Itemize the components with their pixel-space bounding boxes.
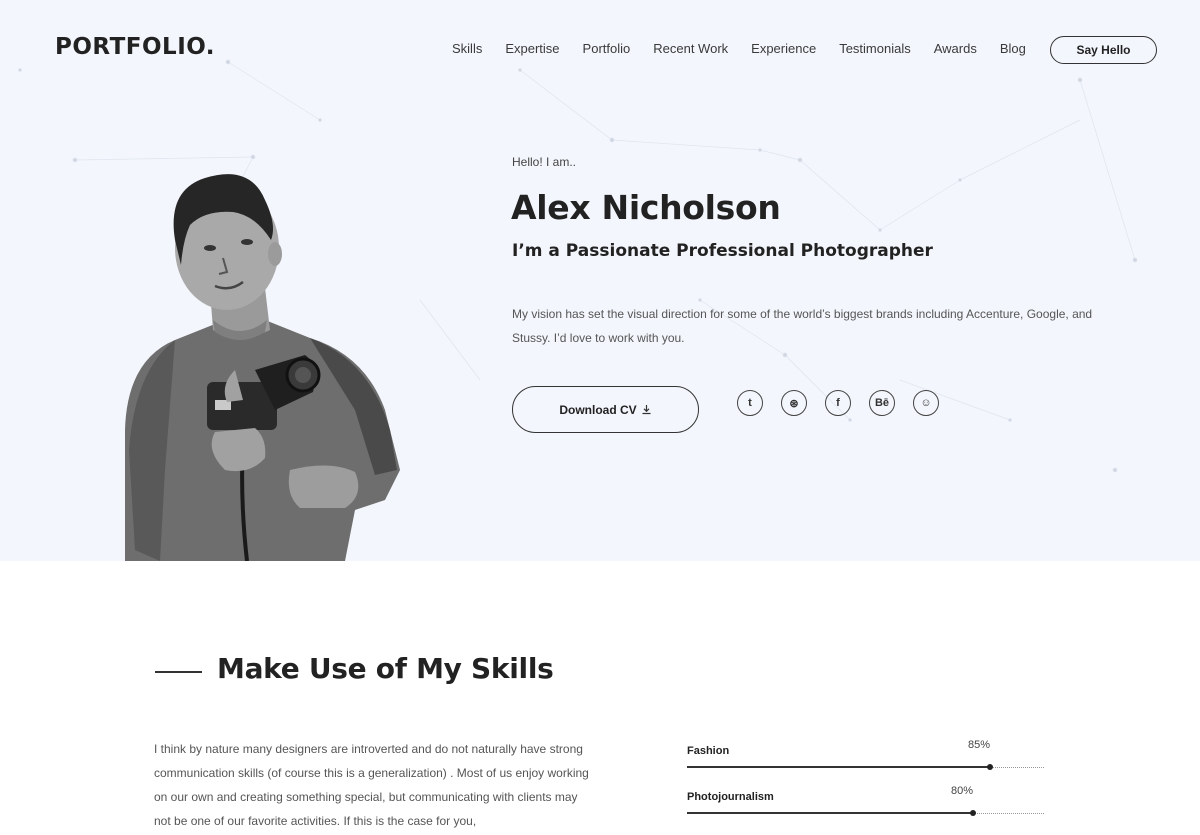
hero-bio: My vision has set the visual direction f… bbox=[512, 307, 1093, 345]
nav-testimonials[interactable]: Testimonials bbox=[839, 41, 911, 56]
nav-expertise[interactable]: Expertise bbox=[505, 41, 559, 56]
photographer-portrait bbox=[125, 174, 400, 561]
skill-fill bbox=[687, 766, 990, 768]
twitter-icon[interactable]: t bbox=[737, 390, 763, 416]
nav-skills[interactable]: Skills bbox=[452, 41, 482, 56]
github-icon[interactable]: ☺ bbox=[913, 390, 939, 416]
dribbble-icon[interactable]: ⊛ bbox=[781, 390, 807, 416]
skill-percent: 85% bbox=[968, 739, 991, 751]
skill-percent: 80% bbox=[951, 785, 974, 797]
download-cv-label: Download CV bbox=[559, 402, 637, 417]
skill-label: Fashion bbox=[687, 745, 730, 757]
skill-handle bbox=[970, 810, 976, 816]
download-cv-button[interactable]: Download CV bbox=[512, 386, 699, 433]
hero-name: Alex Nicholson bbox=[511, 188, 781, 227]
nav-experience[interactable]: Experience bbox=[751, 41, 816, 56]
skill-fill bbox=[687, 812, 973, 814]
hero-tagline: I’m a Passionate Professional Photograph… bbox=[512, 241, 933, 261]
download-icon bbox=[642, 405, 651, 415]
facebook-icon[interactable]: f bbox=[825, 390, 851, 416]
say-hello-button[interactable]: Say Hello bbox=[1050, 36, 1157, 64]
site-logo[interactable]: PORTFOLIO. bbox=[55, 34, 215, 60]
nav-blog[interactable]: Blog bbox=[1000, 41, 1026, 56]
nav-awards[interactable]: Awards bbox=[934, 41, 977, 56]
hero-greeting: Hello! I am.. bbox=[512, 155, 577, 169]
skill-label: Photojournalism bbox=[687, 791, 774, 803]
skill-handle bbox=[987, 764, 993, 770]
skills-description: I think by nature many designers are int… bbox=[154, 742, 589, 828]
nav-portfolio[interactable]: Portfolio bbox=[583, 41, 631, 56]
behance-icon[interactable]: Bē bbox=[869, 390, 895, 416]
skills-section-title: Make Use of My Skills bbox=[217, 652, 554, 685]
main-nav: Skills Expertise Portfolio Recent Work E… bbox=[452, 41, 1026, 56]
section-title-line bbox=[155, 671, 202, 673]
hero-section: PORTFOLIO. Skills Expertise Portfolio Re… bbox=[0, 0, 1200, 561]
nav-recent-work[interactable]: Recent Work bbox=[653, 41, 728, 56]
social-links: t ⊛ f Bē ☺ bbox=[737, 390, 939, 416]
